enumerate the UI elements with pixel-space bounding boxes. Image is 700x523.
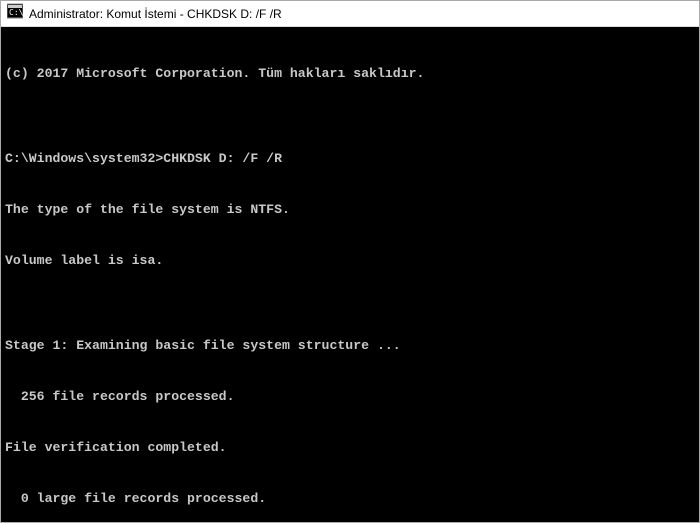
output-line: C:\Windows\system32>CHKDSK D: /F /R <box>5 150 695 167</box>
cmd-icon: C:\ <box>7 3 23 24</box>
output-line: File verification completed. <box>5 439 695 456</box>
output-line: Stage 1: Examining basic file system str… <box>5 337 695 354</box>
output-line: 0 large file records processed. <box>5 490 695 507</box>
terminal-output[interactable]: (c) 2017 Microsoft Corporation. Tüm hakl… <box>1 27 699 522</box>
window-title: Administrator: Komut İstemi - CHKDSK D: … <box>29 7 282 21</box>
output-line: Volume label is isa. <box>5 252 695 269</box>
titlebar[interactable]: C:\ Administrator: Komut İstemi - CHKDSK… <box>1 1 699 27</box>
output-line: The type of the file system is NTFS. <box>5 201 695 218</box>
command-prompt-window: C:\ Administrator: Komut İstemi - CHKDSK… <box>0 0 700 523</box>
svg-text:C:\: C:\ <box>9 8 23 17</box>
output-line: 256 file records processed. <box>5 388 695 405</box>
output-line: (c) 2017 Microsoft Corporation. Tüm hakl… <box>5 65 695 82</box>
